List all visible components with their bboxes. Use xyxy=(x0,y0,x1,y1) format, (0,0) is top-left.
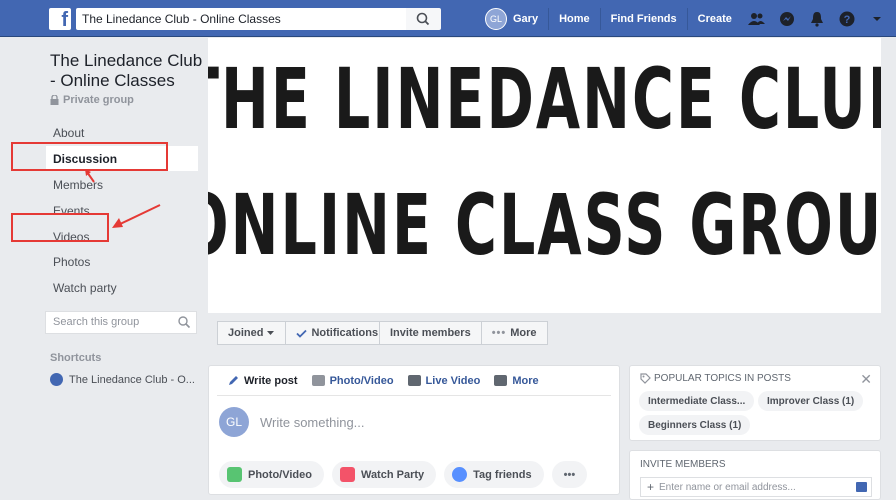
group-actions: Invite members ••• More xyxy=(379,321,548,345)
friend-requests-icon[interactable] xyxy=(742,8,772,30)
search-icon xyxy=(416,12,430,26)
more-dots-icon: ••• xyxy=(491,327,507,339)
composer-more-label: More xyxy=(512,374,539,387)
search-icon[interactable] xyxy=(177,315,191,329)
tab-photo-video[interactable]: Photo/Video xyxy=(311,374,394,387)
pencil-icon xyxy=(229,376,238,385)
photo-video-button[interactable]: Photo/Video xyxy=(219,461,324,488)
cover-text-line-2: ONLINE CLASS GROUP xyxy=(208,176,881,274)
joined-dropdown-button[interactable]: Joined xyxy=(218,322,287,344)
popular-topics-label: POPULAR TOPICS IN POSTS xyxy=(654,373,791,384)
topic-chip[interactable]: Beginners Class (1) xyxy=(639,415,751,435)
composer-input[interactable]: Write something... xyxy=(260,415,365,430)
post-composer: Write post Photo/Video Live Video More G… xyxy=(208,365,620,495)
membership-actions: Joined Notifications xyxy=(217,321,390,345)
lock-icon xyxy=(50,95,59,105)
write-post-label: Write post xyxy=(244,374,298,387)
shortcut-label: The Linedance Club - O... xyxy=(69,373,195,386)
shortcut-item[interactable]: The Linedance Club - O... xyxy=(50,373,200,386)
more-button[interactable]: ••• More xyxy=(482,322,547,344)
group-title[interactable]: The Linedance Club - Online Classes xyxy=(50,51,210,91)
global-search-input[interactable]: The Linedance Club - Online Classes xyxy=(76,8,406,30)
user-avatar[interactable]: GL xyxy=(485,8,507,30)
more-icon xyxy=(494,375,508,386)
nav-item-photos[interactable]: Photos xyxy=(46,249,198,274)
photo-video-button-label: Photo/Video xyxy=(248,468,312,481)
more-label: More xyxy=(510,327,537,339)
checkmark-icon xyxy=(296,329,308,338)
annotation-box-videos xyxy=(11,213,109,242)
composer-input-row[interactable]: GL Write something... xyxy=(209,396,619,448)
group-search-input[interactable]: Search this group xyxy=(45,311,197,334)
tag-icon xyxy=(640,373,651,384)
annotation-arrow-up xyxy=(85,169,95,183)
tab-more[interactable]: More xyxy=(494,374,539,387)
nav-item-watch-party[interactable]: Watch party xyxy=(46,275,198,300)
popular-topics-heading: POPULAR TOPICS IN POSTS xyxy=(640,373,791,384)
composer-tabs: Write post Photo/Video Live Video More xyxy=(217,366,611,396)
top-navigation-bar: f The Linedance Club - Online Classes GL… xyxy=(0,0,896,37)
tab-live-video[interactable]: Live Video xyxy=(407,374,481,387)
topic-chip[interactable]: Improver Class (1) xyxy=(758,391,864,411)
close-icon[interactable]: ✕ xyxy=(860,371,872,388)
photo-icon xyxy=(311,375,325,386)
profile-link[interactable]: Gary xyxy=(507,8,550,30)
facebook-logo-icon[interactable]: f xyxy=(49,8,71,31)
messenger-icon[interactable] xyxy=(772,8,802,30)
invite-members-button[interactable]: Invite members xyxy=(380,322,482,344)
help-icon[interactable]: ? xyxy=(832,8,862,30)
shortcuts-heading: Shortcuts xyxy=(50,352,102,364)
search-button[interactable] xyxy=(406,8,441,30)
watch-party-button[interactable]: Watch Party xyxy=(331,461,437,488)
invite-members-heading: INVITE MEMBERS xyxy=(640,459,726,470)
invite-member-input[interactable]: + Enter name or email address... xyxy=(640,477,872,497)
svg-text:?: ? xyxy=(844,14,851,26)
tag-friends-button-label: Tag friends xyxy=(473,468,532,481)
notifications-bell-icon[interactable] xyxy=(802,8,832,30)
group-privacy: Private group xyxy=(50,94,134,106)
plus-icon: + xyxy=(647,480,655,494)
notifications-label: Notifications xyxy=(311,327,379,339)
composer-action-buttons: Photo/Video Watch Party Tag friends ••• xyxy=(219,461,595,488)
create-link[interactable]: Create xyxy=(688,8,742,30)
popular-topics-card: POPULAR TOPICS IN POSTS ✕ Intermediate C… xyxy=(629,365,881,441)
composer-more-button[interactable]: ••• xyxy=(551,461,588,488)
chevron-down-icon xyxy=(267,331,275,335)
photo-icon xyxy=(227,467,242,482)
account-menu-chevron-icon[interactable] xyxy=(862,8,892,30)
tag-friends-button[interactable]: Tag friends xyxy=(444,461,544,488)
live-video-icon xyxy=(407,375,421,386)
topic-chip[interactable]: Intermediate Class... xyxy=(639,391,755,411)
cover-text-line-1: THE LINEDANCE CLUB xyxy=(208,50,881,148)
composer-avatar: GL xyxy=(219,407,249,437)
live-video-label: Live Video xyxy=(425,374,481,387)
nav-item-members[interactable]: Members xyxy=(46,172,198,197)
popcorn-icon xyxy=(339,467,355,482)
tag-friends-icon xyxy=(452,467,468,482)
group-icon xyxy=(50,373,63,386)
watch-party-button-label: Watch Party xyxy=(360,468,425,481)
annotation-arrow-left xyxy=(112,204,161,228)
invite-members-card: INVITE MEMBERS + Enter name or email add… xyxy=(629,450,881,500)
group-cover-image[interactable]: THE LINEDANCE CLUB ONLINE CLASS GROUP xyxy=(208,38,881,313)
address-book-icon[interactable] xyxy=(856,482,867,492)
photo-video-label: Photo/Video xyxy=(329,374,394,387)
notifications-button[interactable]: Notifications xyxy=(286,322,388,344)
tab-write-post[interactable]: Write post xyxy=(227,374,298,387)
privacy-label: Private group xyxy=(63,94,134,106)
find-friends-link[interactable]: Find Friends xyxy=(601,8,688,30)
joined-label: Joined xyxy=(228,327,264,339)
group-search-placeholder: Search this group xyxy=(53,316,140,328)
home-link[interactable]: Home xyxy=(549,8,601,30)
invite-placeholder: Enter name or email address... xyxy=(659,481,796,493)
